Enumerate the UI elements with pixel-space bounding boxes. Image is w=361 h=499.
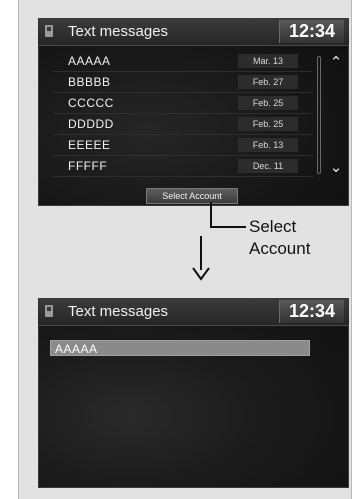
text-messages-screen-list: Text messages 12:34 AAAAA Mar. 13 BBBBB … [38,18,349,206]
message-sender: BBBBB [68,75,111,89]
callout-label-line1: Select [249,217,297,236]
down-arrow-shaft [200,236,202,270]
message-date: Feb. 27 [238,75,298,89]
message-date: Feb. 25 [238,117,298,131]
message-sender: FFFFF [68,159,108,173]
callout-label: Select Account [249,216,339,260]
select-account-button[interactable]: Select Account [146,188,238,204]
text-messages-screen-account: Text messages 12:34 AAAAA [38,298,349,488]
message-sender: DDDDD [68,117,114,131]
list-item[interactable]: DDDDD Feb. 25 [53,114,313,135]
arrow-down-icon [192,267,210,281]
message-date: Feb. 13 [238,138,298,152]
message-sender: CCCCC [68,96,114,110]
callout-label-line2: Account [249,239,311,258]
list-item[interactable]: CCCCC Feb. 25 [53,93,313,114]
selected-list-item[interactable]: AAAAA [50,340,310,356]
callout-leader-vertical [210,202,212,228]
phone-icon [45,25,53,37]
clock: 12:34 [279,300,344,323]
clock: 12:34 [279,20,344,43]
title-bar: Text messages 12:34 [38,298,349,326]
screen-title: Text messages [68,23,169,40]
screen-title: Text messages [68,303,169,320]
account-name: AAAAA [55,342,98,356]
double-chevron-down-icon[interactable]: ⌄︎ [326,158,346,178]
message-date: Dec. 11 [238,159,298,173]
double-chevron-up-icon[interactable]: ⌃︎ [326,53,346,73]
list-item[interactable]: BBBBB Feb. 27 [53,72,313,93]
title-bar: Text messages 12:34 [38,18,349,46]
scrollbar[interactable] [317,56,321,174]
message-date: Mar. 13 [238,54,298,68]
message-list: AAAAA Mar. 13 BBBBB Feb. 27 CCCCC Feb. 2… [53,51,313,177]
list-item[interactable]: EEEEE Feb. 13 [53,135,313,156]
phone-icon [45,305,53,317]
list-item[interactable]: AAAAA Mar. 13 [53,51,313,72]
message-sender: EEEEE [68,138,111,152]
message-sender: AAAAA [68,54,111,68]
list-item[interactable]: FFFFF Dec. 11 [53,156,313,177]
message-date: Feb. 25 [238,96,298,110]
callout-leader-horizontal [210,226,246,228]
